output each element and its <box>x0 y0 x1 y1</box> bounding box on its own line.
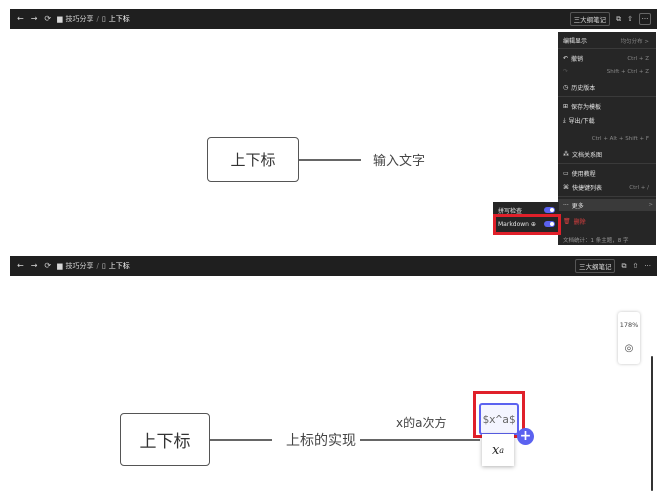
menu-tutorial[interactable]: ▭ 使用教程 <box>563 169 652 178</box>
download-icon: ⤓ <box>563 116 566 124</box>
copy-icon[interactable]: ⧉ <box>621 262 626 271</box>
more-icon[interactable]: ··· <box>644 262 651 270</box>
template-icon: ⊞ <box>563 103 569 110</box>
back-icon[interactable]: ← <box>17 262 24 270</box>
breadcrumb-folder[interactable]: 技巧分享 <box>66 14 94 24</box>
outline-notes-button[interactable]: 三大纲笔记 <box>574 259 616 273</box>
more-menu-button[interactable]: ··· <box>639 13 651 25</box>
relation-icon: ⁂ <box>563 151 569 158</box>
breadcrumb: ▆ 技巧分享 / ▯ 上下标 <box>57 261 130 271</box>
spellcheck-toggle[interactable] <box>544 207 555 213</box>
breadcrumb-document[interactable]: 上下标 <box>109 14 130 24</box>
zoom-level[interactable]: 178% <box>618 321 640 329</box>
connector-line <box>299 159 361 161</box>
menu-redo: ↷ Shift + Ctrl + Z <box>563 68 649 75</box>
refresh-icon[interactable]: ⟳ <box>44 262 51 270</box>
locate-icon[interactable]: ◎ <box>618 343 640 354</box>
breadcrumb-separator: / <box>96 15 99 23</box>
child-node[interactable]: 上标的实现 <box>286 430 356 450</box>
preview-superscript: a <box>499 445 505 455</box>
breadcrumb-document[interactable]: 上下标 <box>109 261 130 271</box>
undo-icon: ↶ <box>563 55 569 62</box>
menu-edit-display[interactable]: 编辑显示 均匀分布 > <box>563 36 652 45</box>
menu-find: Ctrl + Alt + Shift + F <box>591 135 649 142</box>
connector-line <box>210 439 272 441</box>
share-icon[interactable]: ⇧ <box>627 15 633 23</box>
document-icon: ▯ <box>101 262 106 270</box>
preview-base: x <box>491 442 500 458</box>
formula-preview: xa <box>482 434 514 466</box>
zoom-control: 178% ◎ <box>618 312 640 364</box>
menu-more[interactable]: ··· 更多 > <box>558 199 656 211</box>
menu-undo[interactable]: ↶ 撤销 Ctrl + Z <box>563 54 652 63</box>
root-node[interactable]: 上下标 <box>120 413 210 466</box>
back-icon[interactable]: ← <box>17 15 24 23</box>
dots-icon: ··· <box>563 201 569 209</box>
trash-icon: 🗑 <box>563 218 571 225</box>
vertical-scrollbar[interactable] <box>651 356 653 491</box>
menu-export[interactable]: ⤓ 导出/下载 <box>563 116 652 126</box>
mindmap-canvas-2[interactable]: 上下标 上标的实现 x的a次方 $x^a$ xa + 178% ◎ <box>10 278 657 500</box>
more-dropdown-menu: 编辑显示 均匀分布 > ↶ 撤销 Ctrl + Z ↷ Shift + Ctrl + Z… <box>558 32 656 245</box>
highlight-box <box>493 214 561 235</box>
keyboard-icon: ⌘ <box>563 184 569 191</box>
top-toolbar-2: ← → ⟳ ▆ 技巧分享 / ▯ 上下标 三大纲笔记 ⧉ ⇧ ··· <box>10 256 657 276</box>
root-node[interactable]: 上下标 <box>207 137 299 182</box>
book-icon: ▭ <box>563 170 569 177</box>
breadcrumb: ▆ 技巧分享 / ▯ 上下标 <box>57 14 130 24</box>
connector-line-2 <box>360 439 480 441</box>
document-stats: 文档统计：1 条主题，8 字 <box>563 237 629 244</box>
child-node[interactable]: 输入文字 <box>373 150 425 169</box>
highlight-box <box>473 391 525 438</box>
redo-icon: ↷ <box>563 68 569 75</box>
forward-icon[interactable]: → <box>31 262 38 270</box>
forward-icon[interactable]: → <box>31 15 38 23</box>
menu-shortcuts[interactable]: ⌘ 快捷键列表 Ctrl + / <box>563 183 652 192</box>
history-icon: ◷ <box>563 84 569 91</box>
mindmap-canvas[interactable]: 上下标 输入文字 编辑显示 均匀分布 > ↶ 撤销 Ctrl + Z ↷ Shift +… <box>10 30 657 245</box>
outline-notes-button[interactable]: 三大纲笔记 <box>569 12 611 26</box>
copy-icon[interactable]: ⧉ <box>616 15 621 24</box>
menu-save-template[interactable]: ⊞ 保存为模板 <box>563 102 652 111</box>
share-icon[interactable]: ⇧ <box>632 262 638 270</box>
top-toolbar: ← → ⟳ ▆ 技巧分享 / ▯ 上下标 三大纲笔记 ⧉ ⇧ ··· <box>10 9 657 29</box>
document-icon: ▯ <box>101 15 106 23</box>
breadcrumb-separator: / <box>96 262 99 270</box>
menu-relation-map[interactable]: ⁂ 文档关系图 <box>563 150 652 159</box>
menu-delete[interactable]: 🗑 删除 <box>563 217 652 226</box>
breadcrumb-folder[interactable]: 技巧分享 <box>66 261 94 271</box>
refresh-icon[interactable]: ⟳ <box>44 15 51 23</box>
grandchild-node[interactable]: x的a次方 <box>396 414 446 431</box>
menu-history[interactable]: ◷ 历史版本 <box>563 83 652 92</box>
add-node-button[interactable]: + <box>517 428 534 445</box>
folder-icon: ▆ <box>57 15 63 23</box>
folder-icon: ▆ <box>57 262 63 270</box>
